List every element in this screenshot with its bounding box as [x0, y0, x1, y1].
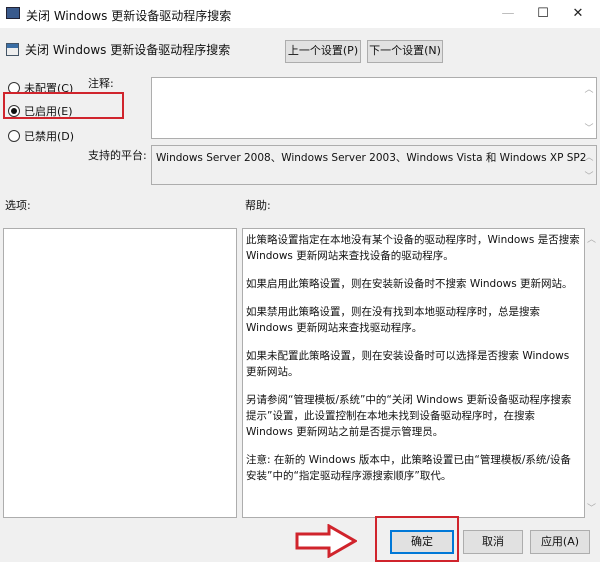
help-panel: 此策略设置指定在本地没有某个设备的驱动程序时，Windows 是否搜索 Wind… [242, 228, 585, 518]
policy-icon [6, 43, 19, 56]
platform-value: Windows Server 2008、Windows Server 2003、… [156, 152, 587, 164]
window-title: 关闭 Windows 更新设备驱动程序搜索 [26, 9, 232, 23]
options-panel [3, 228, 237, 518]
help-scrollbar[interactable]: ︿ ﹀ [585, 228, 598, 518]
ok-button[interactable]: 确定 [390, 530, 454, 554]
help-label: 帮助: [245, 199, 271, 212]
radio-disabled[interactable]: 已禁用(D) [8, 128, 74, 144]
app-icon [6, 7, 20, 19]
radio-circle-selected[interactable] [8, 105, 20, 117]
radio-enabled[interactable]: 已启用(E) [8, 103, 73, 119]
cancel-button[interactable]: 取消 [463, 530, 523, 554]
help-paragraph: 注意: 在新的 Windows 版本中，此策略设置已由“管理模板/系统/设备安装… [246, 454, 571, 482]
help-paragraph: 此策略设置指定在本地没有某个设备的驱动程序时，Windows 是否搜索 Wind… [246, 234, 580, 262]
apply-button[interactable]: 应用(A) [530, 530, 590, 554]
maximize-button[interactable]: ☐ [526, 0, 560, 28]
options-label: 选项: [5, 199, 31, 212]
radio-circle[interactable] [8, 130, 20, 142]
comment-textarea[interactable]: ︿ ﹀ [151, 77, 597, 139]
policy-name: 关闭 Windows 更新设备驱动程序搜索 [25, 43, 231, 57]
help-paragraph: 如果启用此策略设置，则在安装新设备时不搜索 Windows 更新网站。 [246, 278, 573, 290]
radio-label: 已禁用(D) [24, 130, 75, 143]
next-setting-button[interactable]: 下一个设置(N) [367, 40, 443, 63]
minimize-button[interactable]: — [491, 0, 525, 28]
title-bar: 关闭 Windows 更新设备驱动程序搜索 — ☐ ✕ [0, 0, 600, 28]
previous-setting-button[interactable]: 上一个设置(P) [285, 40, 361, 63]
arrow-right-icon [295, 524, 357, 558]
platform-field: Windows Server 2008、Windows Server 2003、… [151, 145, 597, 185]
help-paragraph: 如果未配置此策略设置，则在安装设备时可以选择是否搜索 Windows 更新网站。 [246, 350, 570, 378]
platform-label: 支持的平台: [88, 149, 147, 162]
comment-scrollbar[interactable]: ︿ ﹀ [582, 78, 596, 138]
close-button[interactable]: ✕ [561, 0, 595, 28]
help-paragraph: 如果禁用此策略设置，则在没有找到本地驱动程序时，总是搜索 Windows 更新网… [246, 306, 540, 334]
radio-label: 已启用(E) [24, 105, 73, 118]
help-paragraph: 另请参阅“管理模板/系统”中的“关闭 Windows 更新设备驱动程序搜索提示”… [246, 394, 572, 438]
comment-label: 注释: [88, 77, 114, 90]
platform-scrollbar[interactable]: ︿ ﹀ [582, 146, 596, 184]
